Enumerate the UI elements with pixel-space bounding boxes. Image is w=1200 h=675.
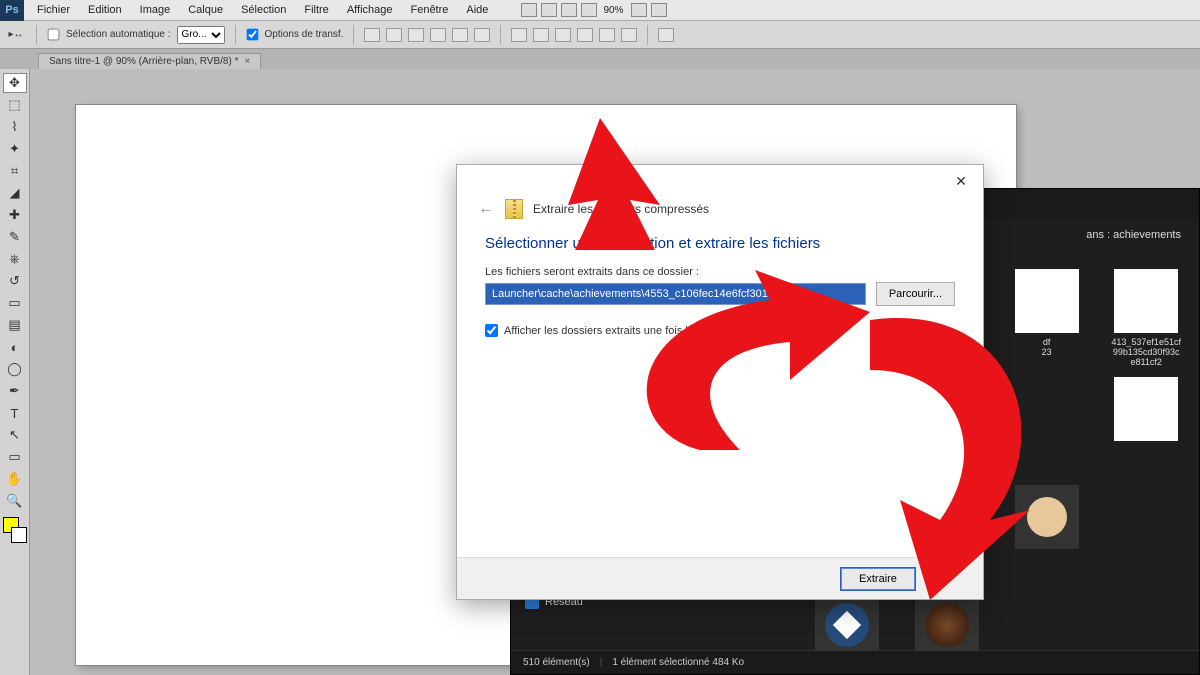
browse-button[interactable]: Parcourir...	[876, 282, 955, 306]
menubar-icon-4[interactable]	[581, 3, 597, 17]
crop-tool[interactable]: ⌗	[3, 161, 27, 181]
menu-select[interactable]: Sélection	[232, 4, 295, 16]
align-icon-6[interactable]	[474, 28, 490, 42]
extra-icon-1[interactable]	[658, 28, 674, 42]
menu-filter[interactable]: Filtre	[295, 4, 337, 16]
dialog-heading: Sélectionner une destination et extraire…	[457, 227, 983, 266]
destination-path-input[interactable]: Launcher\cache\achievements\4553_c106fec…	[485, 283, 866, 305]
dist-icon-5[interactable]	[599, 28, 615, 42]
photoshop-toolbox: ✥⬚⌇✦⌗◢✚✎⎈↺▭▤◐◯✒T↖▭✋🔍	[0, 69, 30, 675]
menu-window[interactable]: Fenêtre	[401, 4, 457, 16]
hand-tool[interactable]: ✋	[3, 469, 27, 489]
file-thumbnail	[1015, 269, 1079, 333]
dist-icon-6[interactable]	[621, 28, 637, 42]
menu-help[interactable]: Aide	[457, 4, 497, 16]
menu-image[interactable]: Image	[131, 4, 180, 16]
dialog-title: Extraire les dossiers compressés	[533, 202, 709, 216]
type-tool[interactable]: T	[3, 403, 27, 423]
file-caption: df 23	[1042, 337, 1052, 357]
dodge-tool[interactable]: ◯	[3, 359, 27, 379]
wand-tool[interactable]: ✦	[3, 139, 27, 159]
brush-tool[interactable]: ✎	[3, 227, 27, 247]
zoom-percent[interactable]: 90%	[603, 5, 623, 16]
align-icon-1[interactable]	[364, 28, 380, 42]
menubar-icon-5[interactable]	[631, 3, 647, 17]
blur-tool[interactable]: ◐	[3, 337, 27, 357]
photoshop-options-bar: ▸↔ Sélection automatique : Gro... Option…	[0, 21, 1200, 49]
dist-icon-1[interactable]	[511, 28, 527, 42]
history-tool[interactable]: ↺	[3, 271, 27, 291]
dist-icon-2[interactable]	[533, 28, 549, 42]
menu-edit[interactable]: Edition	[79, 4, 131, 16]
photoshop-doc-tabs: Sans titre-1 @ 90% (Arrière-plan, RVB/8)…	[0, 49, 1200, 69]
path-tool[interactable]: ↖	[3, 425, 27, 445]
back-button[interactable]: ←	[477, 200, 495, 218]
show-extracted-checkbox[interactable]	[485, 324, 498, 337]
extract-dialog: ✕ ← Extraire les dossiers compressés Sél…	[456, 164, 984, 600]
status-selected: 1 élément sélectionné 484 Ko	[612, 657, 744, 668]
auto-select-checkbox[interactable]	[48, 29, 60, 41]
show-extracted-label: Afficher les dossiers extraits une fois …	[504, 325, 718, 337]
photoshop-logo: Ps	[0, 0, 24, 21]
shape-tool[interactable]: ▭	[3, 447, 27, 467]
menubar-icon-3[interactable]	[561, 3, 577, 17]
move-tool[interactable]: ✥	[3, 73, 27, 93]
file-caption: 413_537ef1e51cf 99b135cd30f93c e811cf2	[1111, 337, 1181, 367]
explorer-breadcrumb[interactable]: ans : achievements	[1086, 229, 1181, 241]
file-item[interactable]: df 23	[1000, 267, 1094, 369]
menubar-icon-1[interactable]	[521, 3, 537, 17]
file-thumbnail	[1114, 377, 1178, 441]
document-tab[interactable]: Sans titre-1 @ 90% (Arrière-plan, RVB/8)…	[38, 53, 261, 69]
file-item[interactable]: 413_537ef1e51cf 99b135cd30f93c e811cf2	[1099, 267, 1193, 369]
document-tab-title: Sans titre-1 @ 90% (Arrière-plan, RVB/8)…	[49, 56, 238, 67]
healing-tool[interactable]: ✚	[3, 205, 27, 225]
file-thumbnail	[815, 593, 879, 657]
file-thumbnail	[1114, 269, 1178, 333]
gradient-tool[interactable]: ▤	[3, 315, 27, 335]
transform-checkbox[interactable]	[246, 29, 258, 41]
zip-icon	[505, 199, 523, 219]
menubar-icon-2[interactable]	[541, 3, 557, 17]
pen-tool[interactable]: ✒	[3, 381, 27, 401]
explorer-status-bar: 510 élément(s) | 1 élément sélectionné 4…	[511, 650, 1199, 674]
close-button[interactable]: ✕	[945, 169, 977, 193]
eraser-tool[interactable]: ▭	[3, 293, 27, 313]
align-icon-4[interactable]	[430, 28, 446, 42]
destination-label: Les fichiers seront extraits dans ce dos…	[457, 266, 983, 282]
close-tab-icon[interactable]: ×	[244, 56, 250, 67]
color-swatches[interactable]	[3, 517, 27, 543]
file-item[interactable]	[1099, 375, 1193, 477]
file-item[interactable]	[1000, 483, 1094, 585]
photoshop-menubar: Ps Fichier Edition Image Calque Sélectio…	[0, 0, 1200, 21]
extract-button[interactable]: Extraire	[840, 567, 916, 591]
status-count: 510 élément(s)	[523, 657, 590, 668]
marquee-tool[interactable]: ⬚	[3, 95, 27, 115]
file-thumbnail	[915, 593, 979, 657]
align-icon-2[interactable]	[386, 28, 402, 42]
menubar-icon-6[interactable]	[651, 3, 667, 17]
zoom-tool[interactable]: 🔍	[3, 491, 27, 511]
align-icon-3[interactable]	[408, 28, 424, 42]
menu-file[interactable]: Fichier	[28, 4, 79, 16]
auto-select-dropdown[interactable]: Gro...	[177, 26, 225, 44]
menu-layer[interactable]: Calque	[179, 4, 232, 16]
stamp-tool[interactable]: ⎈	[3, 249, 27, 269]
file-thumbnail	[1015, 485, 1079, 549]
align-icon-5[interactable]	[452, 28, 468, 42]
transform-label: Options de transf.	[265, 29, 344, 40]
move-tool-indicator-icon: ▸↔	[6, 27, 26, 43]
dist-icon-3[interactable]	[555, 28, 571, 42]
auto-select-label: Sélection automatique :	[66, 29, 171, 40]
lasso-tool[interactable]: ⌇	[3, 117, 27, 137]
eyedropper-tool[interactable]: ◢	[3, 183, 27, 203]
menu-view[interactable]: Affichage	[338, 4, 402, 16]
dist-icon-4[interactable]	[577, 28, 593, 42]
